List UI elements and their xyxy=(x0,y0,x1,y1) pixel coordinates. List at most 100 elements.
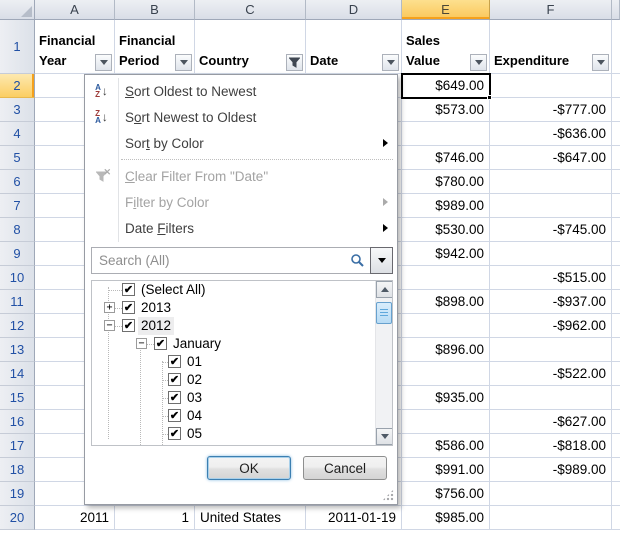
tree-item-03[interactable]: ✔03 xyxy=(92,389,372,407)
tree-item-01[interactable]: ✔01 xyxy=(92,353,372,371)
cell-e7[interactable]: $989.00 xyxy=(402,194,490,218)
checkbox-january[interactable]: ✔ xyxy=(154,337,167,350)
column-header-partial[interactable] xyxy=(612,0,620,20)
tree-item-select-all[interactable]: ✔(Select All) xyxy=(92,281,372,299)
tree-item-02[interactable]: ✔02 xyxy=(92,371,372,389)
cell-f16[interactable]: -$627.00 xyxy=(490,410,612,434)
cell-e5[interactable]: $746.00 xyxy=(402,146,490,170)
resize-grip[interactable] xyxy=(382,489,394,501)
cell-e4[interactable] xyxy=(402,122,490,146)
filter-applied-button[interactable] xyxy=(286,54,303,71)
cell-e20[interactable]: $985.00 xyxy=(402,506,490,530)
cell-f17[interactable]: -$818.00 xyxy=(490,434,612,458)
row-header-1[interactable]: 1 xyxy=(0,20,35,74)
cell-e18[interactable]: $991.00 xyxy=(402,458,490,482)
cell-e3[interactable]: $573.00 xyxy=(402,98,490,122)
ok-button[interactable]: OK xyxy=(207,456,291,480)
cell-e12[interactable] xyxy=(402,314,490,338)
column-header-f[interactable]: F xyxy=(490,0,612,20)
scroll-up-button[interactable] xyxy=(376,281,393,298)
row-header-16[interactable]: 16 xyxy=(0,410,35,434)
cell-e10[interactable] xyxy=(402,266,490,290)
cell-e13[interactable]: $896.00 xyxy=(402,338,490,362)
collapse-icon[interactable]: − xyxy=(136,338,147,349)
header-cell-f[interactable]: Expenditure xyxy=(490,20,612,74)
header-cell-b[interactable]: Financial Period xyxy=(115,20,195,74)
cell-f6[interactable] xyxy=(490,170,612,194)
cell-f15[interactable] xyxy=(490,386,612,410)
cell-e9[interactable]: $942.00 xyxy=(402,242,490,266)
filter-dropdown-button[interactable] xyxy=(470,54,487,71)
cell-f8[interactable]: -$745.00 xyxy=(490,218,612,242)
cell-e16[interactable] xyxy=(402,410,490,434)
corner-cell[interactable] xyxy=(0,0,35,20)
checkbox-2013[interactable]: ✔ xyxy=(122,301,135,314)
header-cell-a[interactable]: Financial Year xyxy=(35,20,115,74)
search-input[interactable] xyxy=(91,247,370,274)
cell-f14[interactable]: -$522.00 xyxy=(490,362,612,386)
checkbox-2012[interactable]: ✔ xyxy=(122,319,135,332)
filter-dropdown-button[interactable] xyxy=(382,54,399,71)
cancel-button[interactable]: Cancel xyxy=(303,456,387,480)
checkbox-05[interactable]: ✔ xyxy=(168,427,181,440)
header-cell-d[interactable]: Date xyxy=(306,20,402,74)
cell-e14[interactable] xyxy=(402,362,490,386)
row-header-4[interactable]: 4 xyxy=(0,122,35,146)
cell-f20[interactable] xyxy=(490,506,612,530)
column-header-a[interactable]: A xyxy=(35,0,115,20)
cell-f7[interactable] xyxy=(490,194,612,218)
row-header-3[interactable]: 3 xyxy=(0,98,35,122)
column-header-b[interactable]: B xyxy=(115,0,195,20)
tree-item-january[interactable]: −✔January xyxy=(92,335,372,353)
tree-item-partial[interactable]: ✔ xyxy=(92,443,372,446)
cell-e11[interactable]: $898.00 xyxy=(402,290,490,314)
cell-f2[interactable] xyxy=(490,74,612,98)
cell-a20[interactable]: 2011 xyxy=(35,506,115,530)
cell-f13[interactable] xyxy=(490,338,612,362)
checkbox-03[interactable]: ✔ xyxy=(168,391,181,404)
cell-f19[interactable] xyxy=(490,482,612,506)
checkbox-01[interactable]: ✔ xyxy=(168,355,181,368)
cell-e6[interactable]: $780.00 xyxy=(402,170,490,194)
scrollbar-thumb[interactable] xyxy=(376,302,392,324)
tree-item-05[interactable]: ✔05 xyxy=(92,425,372,443)
row-header-19[interactable]: 19 xyxy=(0,482,35,506)
cell-f12[interactable]: -$962.00 xyxy=(490,314,612,338)
cell-e19[interactable]: $756.00 xyxy=(402,482,490,506)
menu-item-sort-oldest-to-newest[interactable]: AZ↓Sort Oldest to Newest xyxy=(85,78,397,104)
expand-icon[interactable]: + xyxy=(104,302,115,313)
filter-dropdown-button[interactable] xyxy=(95,54,112,71)
row-header-13[interactable]: 13 xyxy=(0,338,35,362)
checkbox-04[interactable]: ✔ xyxy=(168,409,181,422)
row-header-7[interactable]: 7 xyxy=(0,194,35,218)
menu-item-sort-by-color[interactable]: Sort by Color xyxy=(85,130,397,156)
cell-f11[interactable]: -$937.00 xyxy=(490,290,612,314)
cell-f10[interactable]: -$515.00 xyxy=(490,266,612,290)
cell-f3[interactable]: -$777.00 xyxy=(490,98,612,122)
tree-scrollbar[interactable] xyxy=(375,281,392,445)
scroll-down-button[interactable] xyxy=(376,428,393,445)
row-header-5[interactable]: 5 xyxy=(0,146,35,170)
cell-c20[interactable]: United States xyxy=(195,506,306,530)
checkbox-partial[interactable]: ✔ xyxy=(168,445,181,446)
row-header-14[interactable]: 14 xyxy=(0,362,35,386)
column-header-d[interactable]: D xyxy=(306,0,402,20)
cell-e17[interactable]: $586.00 xyxy=(402,434,490,458)
cell-e15[interactable]: $935.00 xyxy=(402,386,490,410)
cell-e2[interactable]: $649.00 xyxy=(402,74,490,98)
header-cell-e[interactable]: Sales Value xyxy=(402,20,490,74)
menu-item-date-filters[interactable]: Date Filters xyxy=(85,215,397,241)
cell-f18[interactable]: -$989.00 xyxy=(490,458,612,482)
tree-item-2013[interactable]: +✔2013 xyxy=(92,299,372,317)
search-dropdown-button[interactable] xyxy=(370,247,393,274)
cell-d20[interactable]: 2011-01-19 xyxy=(306,506,402,530)
checkbox-02[interactable]: ✔ xyxy=(168,373,181,386)
tree-item-04[interactable]: ✔04 xyxy=(92,407,372,425)
tree-item-2012[interactable]: −✔2012 xyxy=(92,317,372,335)
row-header-8[interactable]: 8 xyxy=(0,218,35,242)
menu-item-sort-newest-to-oldest[interactable]: ZA↓Sort Newest to Oldest xyxy=(85,104,397,130)
row-header-6[interactable]: 6 xyxy=(0,170,35,194)
row-header-2[interactable]: 2 xyxy=(0,74,35,98)
row-header-17[interactable]: 17 xyxy=(0,434,35,458)
cell-f4[interactable]: -$636.00 xyxy=(490,122,612,146)
